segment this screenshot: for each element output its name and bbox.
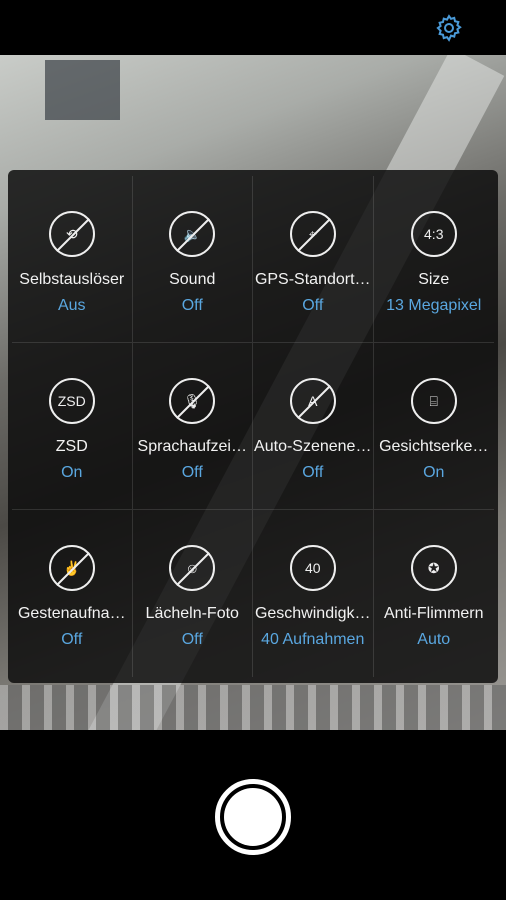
setting-value: On (423, 464, 445, 481)
setting-auto-scene-off[interactable]: A Auto-Szenene… Off (253, 343, 374, 510)
setting-value: 40 Aufnahmen (261, 631, 365, 648)
setting-value: Off (181, 297, 203, 314)
setting-value: Off (302, 297, 324, 314)
setting-anti-flicker[interactable]: ✪ Anti-Flimmern Auto (374, 510, 495, 677)
setting-value: Off (302, 464, 324, 481)
timer-off-icon: ⟲ (48, 211, 95, 257)
setting-gesture-off[interactable]: ✌ Gestenaufna… Off (12, 510, 133, 677)
setting-label: Auto-Szenene… (254, 438, 372, 455)
preview-grill (0, 685, 506, 730)
gear-icon[interactable] (434, 13, 464, 43)
setting-label: Gesichtserke… (379, 438, 489, 455)
setting-timer-off[interactable]: ⟲ Selbstauslöser Aus (12, 176, 133, 343)
setting-zsd[interactable]: ZSD ZSD On (12, 343, 133, 510)
setting-label: Sound (169, 271, 216, 288)
setting-face-detect[interactable]: ⌸ Gesichtserke… On (373, 343, 494, 510)
setting-value: Off (181, 631, 203, 648)
setting-label: Sprachaufzei… (137, 438, 247, 455)
smile-off-icon: ☺ (169, 545, 216, 591)
setting-label: Selbstauslöser (19, 271, 125, 288)
setting-label: Size (418, 271, 450, 288)
preview-window (45, 60, 120, 120)
setting-label: Lächeln-Foto (145, 605, 239, 622)
setting-value: On (61, 464, 83, 481)
setting-value: Aus (57, 297, 86, 314)
top-bar (0, 0, 506, 55)
setting-label: ZSD (55, 438, 88, 455)
location-off-icon: ⌖ (289, 211, 336, 257)
setting-aspect-ratio[interactable]: 4:3 Size 13 Megapixel (373, 176, 494, 343)
aspect-ratio-icon: 4:3 (410, 211, 457, 257)
setting-value: Auto (417, 631, 451, 648)
setting-label: Anti-Flimmern (383, 605, 484, 622)
setting-value: 13 Megapixel (386, 297, 482, 314)
voice-off-icon: 🎙 (169, 378, 216, 424)
burst-icon: 40 (289, 545, 336, 591)
setting-label: Geschwindigk… (254, 605, 371, 622)
setting-burst[interactable]: 40 Geschwindigk… 40 Aufnahmen (253, 510, 374, 677)
settings-panel: ⟲ Selbstauslöser Aus 🔈 Sound Off ⌖ GPS-Sta… (8, 170, 498, 683)
gesture-off-icon: ✌ (48, 545, 95, 591)
face-detect-icon: ⌸ (410, 378, 457, 424)
setting-smile-off[interactable]: ☺ Lächeln-Foto Off (133, 510, 253, 677)
setting-voice-off[interactable]: 🎙 Sprachaufzei… Off (132, 343, 253, 510)
auto-scene-off-icon: A (289, 378, 336, 424)
setting-value: Off (181, 464, 203, 481)
setting-location-off[interactable]: ⌖ GPS-Standort… Off (253, 176, 374, 343)
sound-off-icon: 🔈 (169, 211, 216, 257)
zsd-icon: ZSD (48, 378, 95, 424)
setting-label: Gestenaufna… (17, 605, 126, 622)
setting-label: GPS-Standort… (254, 271, 371, 288)
setting-sound-off[interactable]: 🔈 Sound Off (132, 176, 253, 343)
anti-flicker-icon: ✪ (410, 545, 457, 591)
setting-value: Off (61, 631, 83, 648)
shutter-button[interactable] (215, 779, 291, 855)
